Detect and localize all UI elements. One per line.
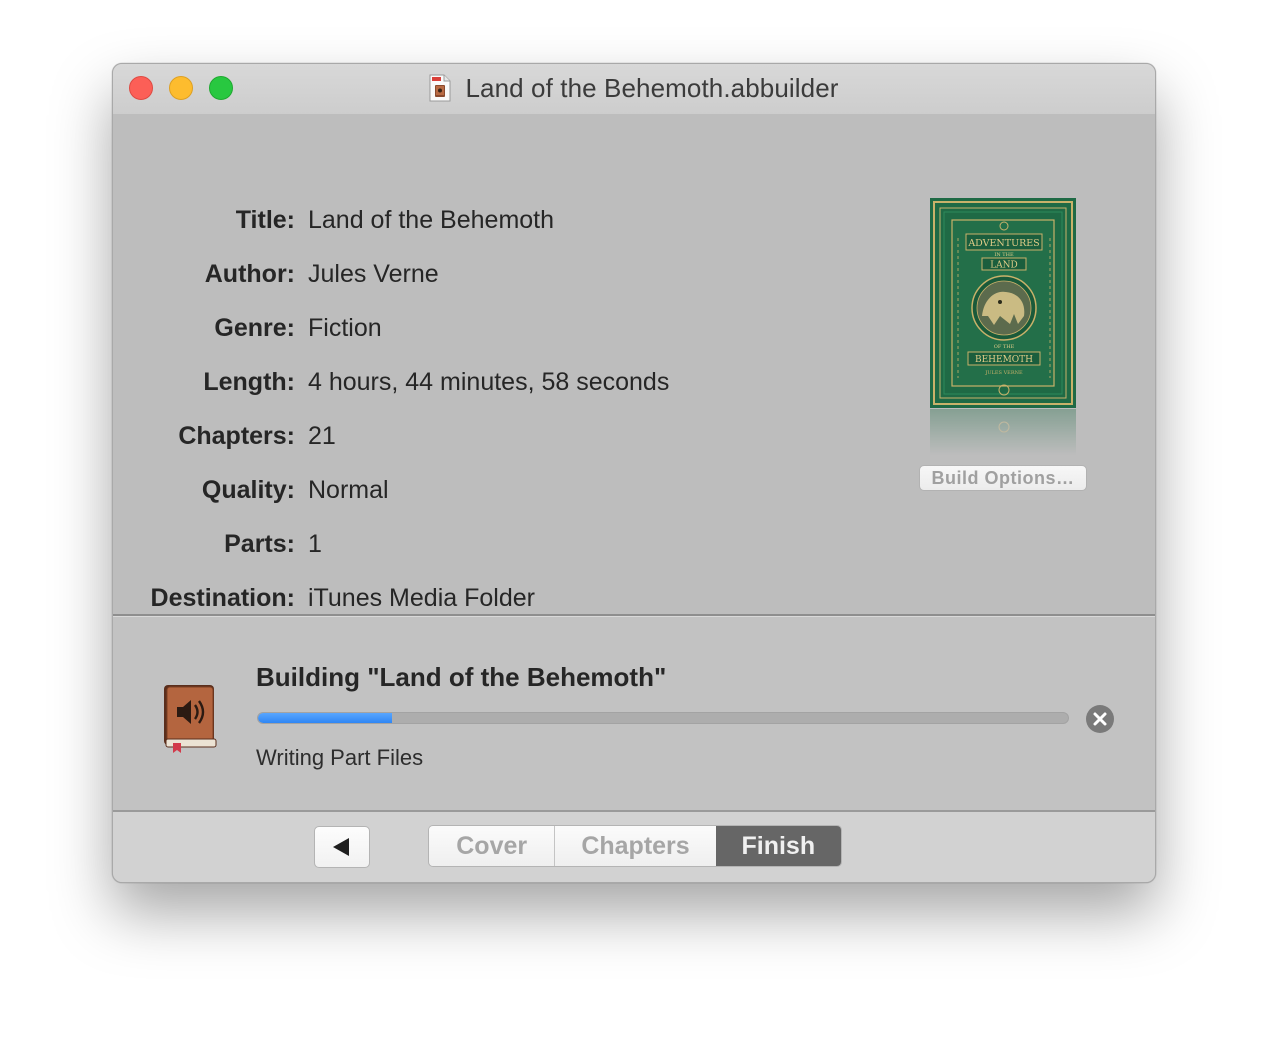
author-row: Author: Jules Verne	[113, 254, 873, 294]
chapters-row: Chapters: 21	[113, 416, 873, 456]
length-row: Length: 4 hours, 44 minutes, 58 seconds	[113, 362, 873, 402]
author-label: Author:	[204, 259, 295, 288]
cover-title-line5: BEHEMOTH	[975, 355, 1033, 365]
book-cover-reflection	[930, 409, 1076, 455]
title-row: Title: Land of the Behemoth	[113, 200, 873, 240]
cover-title-line4: OF THE	[994, 344, 1015, 350]
build-progress-bar	[257, 712, 1069, 724]
close-icon	[1093, 712, 1107, 726]
document-icon	[429, 74, 451, 102]
step-tabs: Cover Chapters Finish	[428, 825, 842, 867]
parts-label: Parts:	[224, 529, 295, 558]
build-options-button[interactable]: Build Options…	[919, 465, 1087, 491]
app-window: Land of the Behemoth.abbuilder Title: La…	[112, 63, 1156, 883]
genre-row: Genre: Fiction	[113, 308, 873, 348]
bottom-navigation-bar: Cover Chapters Finish	[113, 812, 1155, 882]
audiobook-app-icon	[161, 683, 219, 753]
page: Land of the Behemoth.abbuilder Title: La…	[0, 0, 1266, 1042]
window-title: Land of the Behemoth.abbuilder	[465, 72, 839, 103]
genre-value: Fiction	[308, 313, 382, 342]
destination-value: iTunes Media Folder	[308, 583, 535, 612]
book-cover-art: ADVENTURES IN THE LAND OF THE BEHEMOTH J…	[930, 198, 1076, 408]
cover-title-line2: IN THE	[994, 252, 1014, 258]
title-label: Title:	[235, 205, 295, 234]
parts-row: Parts: 1	[113, 524, 873, 564]
title-value: Land of the Behemoth	[308, 205, 555, 234]
genre-label: Genre:	[214, 313, 295, 342]
cancel-build-button[interactable]	[1086, 705, 1114, 733]
cover-title-line3: LAND	[990, 261, 1018, 271]
destination-label: Destination:	[150, 583, 295, 612]
destination-row: Destination: iTunes Media Folder	[113, 578, 873, 618]
build-progress-fill	[258, 713, 392, 723]
back-arrow-icon	[333, 838, 349, 856]
parts-value: 1	[308, 529, 322, 558]
build-status-text: Writing Part Files	[256, 745, 424, 770]
quality-value: Normal	[308, 475, 389, 504]
book-info-panel: Title: Land of the Behemoth Author: Jule…	[113, 114, 1155, 614]
tab-finish[interactable]: Finish	[715, 826, 841, 866]
quality-label: Quality:	[201, 475, 295, 504]
cover-title-line6: JULES VERNE	[984, 370, 1023, 376]
title-bar[interactable]: Land of the Behemoth.abbuilder	[113, 64, 1155, 114]
tab-chapters[interactable]: Chapters	[555, 826, 716, 866]
author-value: Jules Verne	[308, 259, 439, 288]
back-button[interactable]	[314, 826, 370, 868]
tab-cover[interactable]: Cover	[429, 826, 556, 866]
cover-title-line1: ADVENTURES	[967, 238, 1039, 249]
chapters-label: Chapters:	[178, 421, 295, 450]
chapters-value: 21	[308, 421, 336, 450]
window-title-group: Land of the Behemoth.abbuilder	[113, 72, 1155, 104]
quality-row: Quality: Normal	[113, 470, 873, 510]
length-label: Length:	[203, 367, 295, 396]
build-progress-title: Building "Land of the Behemoth"	[256, 662, 667, 692]
build-progress-panel: Building "Land of the Behemoth" Writing …	[113, 617, 1155, 810]
length-value: 4 hours, 44 minutes, 58 seconds	[308, 367, 670, 396]
